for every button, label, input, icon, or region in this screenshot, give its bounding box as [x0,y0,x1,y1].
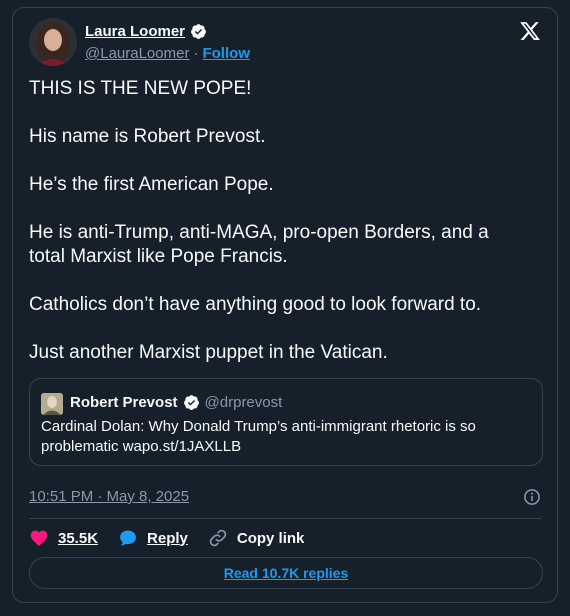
tweet-text: THIS IS THE NEW POPE! His name is Robert… [29,77,529,389]
reply-bubble-icon [120,530,136,546]
tweet-paragraph: Catholics don’t have anything good to lo… [29,294,482,315]
heart-icon [30,530,48,546]
tweet-paragraph: His name is Robert Prevost. [29,126,266,147]
tweet-paragraph: He’s the first American Pope. [29,174,274,195]
like-count: 35.5K [58,529,99,547]
tweet-timestamp[interactable]: 10:51 PM · May 8, 2025 [29,488,189,505]
verified-badge-icon [191,24,206,39]
tweet-paragraph: He is anti-Trump, anti-MAGA, pro-open Bo… [29,222,489,267]
link-icon [209,529,227,547]
action-bar: 35.5K Reply Copy link [29,528,304,548]
info-icon[interactable] [523,488,541,506]
x-logo-icon[interactable] [519,20,541,42]
quoted-author-avatar [41,393,63,415]
follow-link[interactable]: Follow [202,45,250,62]
read-replies-button[interactable]: Read 10.7K replies [29,557,543,589]
quoted-tweet[interactable]: Robert Prevost @drprevost Cardinal Dolan… [29,378,543,466]
separator-dot: · [193,45,199,62]
like-button[interactable]: 35.5K [29,528,98,548]
quoted-author-name: Robert Prevost [70,394,178,411]
quoted-author-handle: @drprevost [204,394,283,411]
embedded-tweet-card: Laura Loomer @LauraLoomer · Follow THIS … [12,7,558,603]
copy-link-button[interactable]: Copy link [208,528,305,548]
author-handle[interactable]: @LauraLoomer [85,45,189,62]
tweet-paragraph: THIS IS THE NEW POPE! [29,78,252,99]
author-name[interactable]: Laura Loomer [85,23,185,40]
copy-link-label: Copy link [236,529,305,547]
reply-label: Reply [147,529,188,547]
reply-button[interactable]: Reply [118,528,188,548]
verified-badge-icon [183,395,199,410]
divider [29,518,541,519]
quoted-tweet-text: Cardinal Dolan: Why Donald Trump’s anti-… [41,418,476,455]
author-avatar[interactable] [29,18,77,66]
tweet-paragraph: Just another Marxist puppet in the Vatic… [29,342,388,363]
